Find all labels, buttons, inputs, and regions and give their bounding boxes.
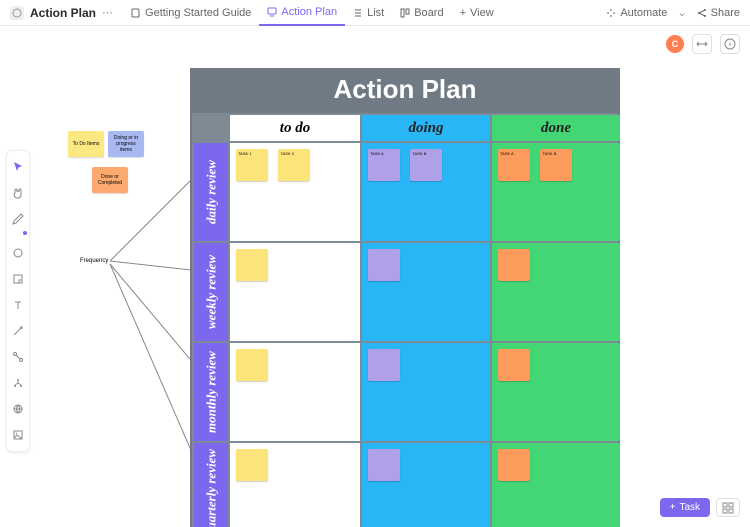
- cell-quarterly-done[interactable]: [492, 443, 620, 527]
- bottom-controls: + Task: [660, 498, 740, 517]
- sticky-note[interactable]: [368, 249, 400, 281]
- column-header-done: done: [492, 115, 620, 141]
- view-getting-started[interactable]: Getting Started Guide: [123, 0, 259, 26]
- chevron-down-icon[interactable]: ⌄: [677, 6, 686, 19]
- share-icon: [697, 8, 707, 18]
- sticky-note[interactable]: TASK A: [498, 149, 530, 181]
- more-icon[interactable]: ⋯: [102, 6, 113, 19]
- view-add[interactable]: + View: [452, 0, 502, 26]
- legend-done-note[interactable]: Done or Completed: [92, 167, 128, 193]
- row-label-daily: daily review: [194, 143, 228, 241]
- whiteboard-icon: [267, 7, 277, 17]
- cell-daily-todo[interactable]: TASK 1 TASK 2: [230, 143, 360, 241]
- plus-icon: +: [670, 502, 676, 513]
- share-label: Share: [711, 7, 740, 19]
- task-button[interactable]: + Task: [660, 498, 710, 517]
- view-action-plan[interactable]: Action Plan: [259, 0, 345, 26]
- share-button[interactable]: Share: [697, 7, 740, 19]
- doc-icon: [131, 8, 141, 18]
- view-label: Getting Started Guide: [145, 7, 251, 19]
- view-label: Board: [414, 7, 443, 19]
- sticky-note[interactable]: [498, 449, 530, 481]
- page-title[interactable]: Action Plan: [30, 6, 96, 20]
- sticky-note[interactable]: [498, 349, 530, 381]
- plus-icon: +: [460, 7, 466, 19]
- row-label-weekly: weekly review: [194, 243, 228, 341]
- sticky-note[interactable]: [368, 449, 400, 481]
- cell-daily-done[interactable]: TASK A TASK B: [492, 143, 620, 241]
- sticky-note[interactable]: [236, 449, 268, 481]
- view-label: View: [470, 7, 494, 19]
- topbar: Action Plan ⋯ Getting Started Guide Acti…: [0, 0, 750, 26]
- sticky-note[interactable]: TASK B: [540, 149, 572, 181]
- frequency-label[interactable]: Frequency: [76, 256, 112, 266]
- view-board[interactable]: Board: [392, 0, 451, 26]
- automate-button[interactable]: Automate: [606, 7, 667, 19]
- whiteboard-canvas[interactable]: To Do Items Doing or in progress items D…: [0, 26, 750, 527]
- sticky-note[interactable]: TASK B: [410, 149, 442, 181]
- grid-icon: [722, 502, 734, 514]
- sticky-note[interactable]: TASK A: [368, 149, 400, 181]
- sticky-note[interactable]: [236, 349, 268, 381]
- cell-weekly-done[interactable]: [492, 243, 620, 341]
- sticky-note[interactable]: [236, 249, 268, 281]
- column-header-doing: doing: [362, 115, 490, 141]
- view-list[interactable]: List: [345, 0, 392, 26]
- cell-weekly-doing[interactable]: [362, 243, 490, 341]
- cell-monthly-done[interactable]: [492, 343, 620, 441]
- automate-icon: [606, 8, 616, 18]
- sticky-note[interactable]: TASK 1: [236, 149, 268, 181]
- sticky-note[interactable]: [498, 249, 530, 281]
- cell-weekly-todo[interactable]: [230, 243, 360, 341]
- view-label: List: [367, 7, 384, 19]
- apps-button[interactable]: [716, 498, 740, 517]
- cell-monthly-todo[interactable]: [230, 343, 360, 441]
- connector-lines: [0, 26, 200, 526]
- header-spacer: [194, 115, 228, 141]
- sticky-note[interactable]: TASK 2: [278, 149, 310, 181]
- space-icon[interactable]: [10, 6, 24, 20]
- cell-quarterly-doing[interactable]: [362, 443, 490, 527]
- cell-quarterly-todo[interactable]: [230, 443, 360, 527]
- view-label: Action Plan: [281, 6, 337, 18]
- board-title: Action Plan: [190, 68, 620, 113]
- action-plan-board[interactable]: Action Plan to do doing done daily revie…: [190, 68, 620, 527]
- row-label-quarterly: quarterly review: [194, 443, 228, 527]
- board-icon: [400, 8, 410, 18]
- legend-todo-note[interactable]: To Do Items: [68, 131, 104, 157]
- task-button-label: Task: [679, 502, 700, 513]
- legend-doing-note[interactable]: Doing or in progress items: [108, 131, 144, 157]
- cell-monthly-doing[interactable]: [362, 343, 490, 441]
- cell-daily-doing[interactable]: TASK A TASK B: [362, 143, 490, 241]
- automate-label: Automate: [620, 7, 667, 19]
- row-label-monthly: monthly review: [194, 343, 228, 441]
- column-header-todo: to do: [230, 115, 360, 141]
- sticky-note[interactable]: [368, 349, 400, 381]
- list-icon: [353, 8, 363, 18]
